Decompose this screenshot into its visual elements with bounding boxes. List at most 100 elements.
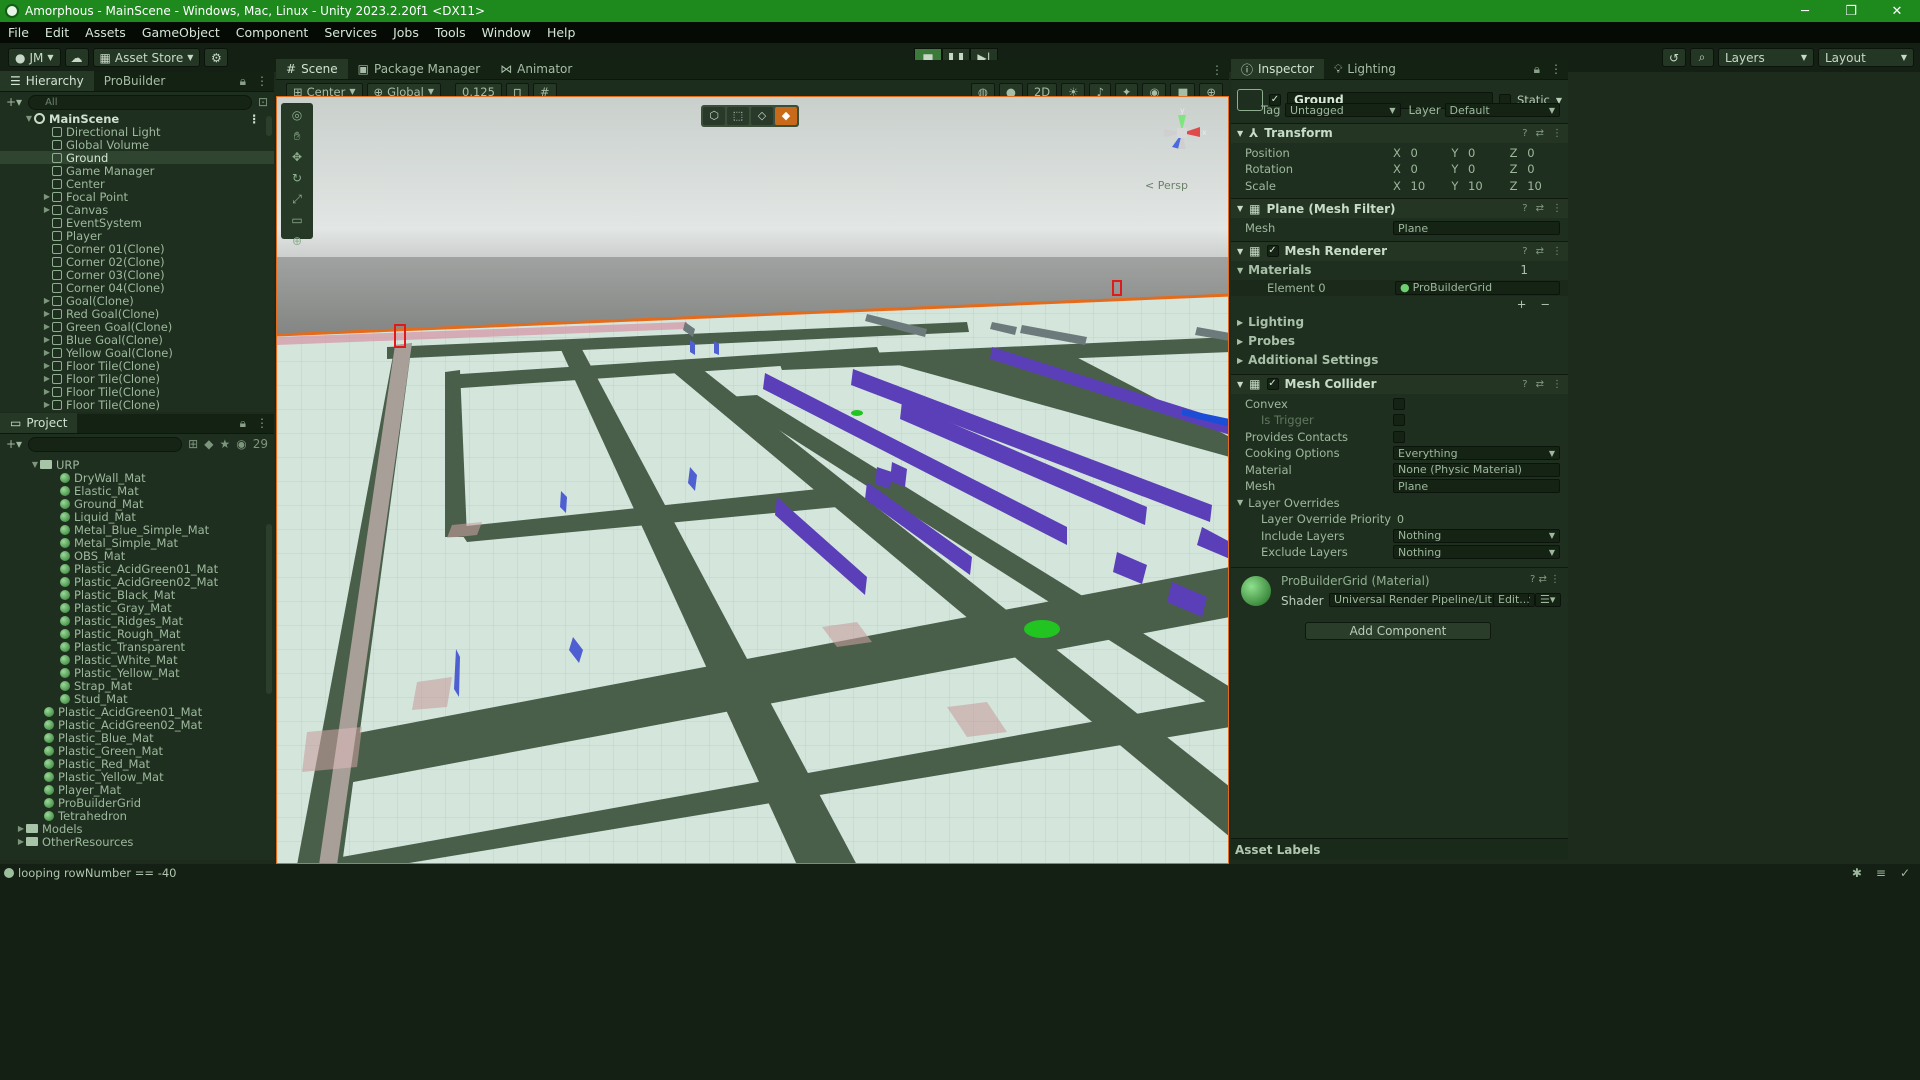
face-mode-icon[interactable]: ◆ xyxy=(775,107,797,125)
hierarchy-item[interactable]: ▶ Floor Tile(Clone) xyxy=(0,359,274,373)
maximize-button[interactable]: ❐ xyxy=(1828,0,1874,22)
asset-labels-header[interactable]: Asset Labels xyxy=(1231,838,1568,860)
lock-icon[interactable]: 🔒︎ xyxy=(1534,62,1540,77)
hierarchy-item[interactable]: ▶ Blue Goal(Clone) xyxy=(0,333,274,347)
menu-help[interactable]: Help xyxy=(539,25,584,40)
layers-icon[interactable]: ≡ xyxy=(1876,866,1886,880)
rect-tool-icon[interactable]: ▭ xyxy=(286,212,308,229)
kebab-menu-icon[interactable]: ⋮ xyxy=(1211,63,1223,77)
asset-item[interactable]: DryWall_Mat xyxy=(0,471,274,485)
asset-item[interactable]: Ground_Mat xyxy=(0,497,274,511)
folder-row-urp[interactable]: ▼ URP xyxy=(0,458,274,472)
cloud-button[interactable]: ☁ xyxy=(64,48,89,67)
menu-file[interactable]: File xyxy=(0,25,37,40)
physic-material-field[interactable]: None (Physic Material) xyxy=(1393,462,1560,477)
add-icon[interactable]: +▾ xyxy=(6,437,22,451)
vertex-mode-icon[interactable]: ⬚ xyxy=(727,107,749,125)
asset-item[interactable]: ProBuilderGrid xyxy=(0,796,274,810)
transform-header[interactable]: ▼ ⅄ Transform ? ⇄ ⋮ xyxy=(1231,122,1568,143)
tab-lighting[interactable]: 💡︎ Lighting xyxy=(1324,59,1406,79)
asset-item[interactable]: Metal_Simple_Mat xyxy=(0,536,274,550)
asset-store-button[interactable]: ▦ Asset Store ▼ xyxy=(92,48,201,67)
asset-item[interactable]: Plastic_AcidGreen01_Mat xyxy=(0,562,274,576)
hierarchy-item[interactable]: Global Volume xyxy=(0,138,274,152)
lock-icon[interactable]: 🔒︎ xyxy=(240,74,246,89)
rotation-z[interactable]: Z 0 xyxy=(1510,162,1568,176)
layers-dropdown[interactable]: Layers ▼ xyxy=(1718,48,1814,67)
search-button[interactable]: ⌕ xyxy=(1690,48,1714,67)
asset-item[interactable]: Plastic_Black_Mat xyxy=(0,588,274,602)
edge-mode-icon[interactable]: ◇ xyxy=(751,107,773,125)
expand-arrow-icon[interactable]: ▶ xyxy=(42,400,52,409)
account-dropdown[interactable]: ● JM ▼ xyxy=(8,48,61,67)
expand-arrow-icon[interactable]: ▶ xyxy=(16,837,26,846)
asset-item[interactable]: Plastic_Yellow_Mat xyxy=(0,770,274,784)
hierarchy-item[interactable]: Player xyxy=(0,229,274,243)
asset-item[interactable]: Plastic_AcidGreen02_Mat xyxy=(0,575,274,589)
scale-z[interactable]: Z 10 xyxy=(1510,179,1568,193)
asset-item[interactable]: Metal_Blue_Simple_Mat xyxy=(0,523,274,537)
expand-arrow-icon[interactable]: ▶ xyxy=(42,348,52,357)
hierarchy-item[interactable]: Game Manager xyxy=(0,164,274,178)
tab-project[interactable]: ▭ Project xyxy=(0,413,78,433)
orientation-gizmo[interactable]: y x xyxy=(1152,103,1212,163)
expand-arrow-icon[interactable]: ▶ xyxy=(42,361,52,370)
expand-arrow-icon[interactable]: ▼ xyxy=(30,460,40,469)
collab-button[interactable]: ⚙ xyxy=(204,48,229,67)
expand-arrow-icon[interactable]: ▶ xyxy=(42,192,52,201)
hierarchy-item[interactable]: Corner 04(Clone) xyxy=(0,281,274,295)
kebab-menu-icon[interactable]: ⋮ xyxy=(256,74,268,89)
mesh-collider-enabled-checkbox[interactable]: ✓ xyxy=(1266,378,1279,390)
hierarchy-item[interactable]: ▶ Green Goal(Clone) xyxy=(0,320,274,334)
expand-arrow-icon[interactable]: ▶ xyxy=(42,309,52,318)
menu-assets[interactable]: Assets xyxy=(77,25,134,40)
tab-package-manager[interactable]: ▣ Package Manager xyxy=(348,59,491,79)
view-tool-icon[interactable]: ◎ xyxy=(286,107,308,124)
asset-item[interactable]: OBS_Mat xyxy=(0,549,274,563)
override-priority-field[interactable]: 0 xyxy=(1393,512,1560,526)
shader-menu-button[interactable]: ☰▾ xyxy=(1535,592,1561,607)
hierarchy-item[interactable]: ▶ Focal Point xyxy=(0,190,274,204)
kebab-menu-icon[interactable]: ⋮ xyxy=(1550,62,1562,77)
probes-foldout[interactable]: ▶ Probes xyxy=(1231,332,1568,351)
shader-edit-button[interactable]: Edit... xyxy=(1493,592,1530,607)
layer-dropdown[interactable]: Default ▼ xyxy=(1444,103,1560,118)
scene-viewport[interactable]: ◎ ✋︎ ✥ ↻ ⤢ ▭ ⊕ ⬡ ⬚ ◇ ◆ y x < Persp xyxy=(276,96,1229,864)
check-icon[interactable]: ✓ xyxy=(1900,866,1910,880)
transform-tool-icon[interactable]: ⊕ xyxy=(286,233,308,250)
asset-item[interactable]: Plastic_Transparent xyxy=(0,640,274,654)
menu-window[interactable]: Window xyxy=(474,25,539,40)
asset-item[interactable]: Plastic_Rough_Mat xyxy=(0,627,274,641)
hierarchy-item[interactable]: ▶ Floor Tile(Clone) xyxy=(0,385,274,399)
move-tool-icon[interactable]: ✥ xyxy=(286,149,308,166)
tab-inspector[interactable]: ⓘ Inspector xyxy=(1231,59,1324,79)
help-icon[interactable]: ? xyxy=(1522,203,1527,214)
materials-count[interactable]: 1 xyxy=(1520,263,1528,277)
rotate-tool-icon[interactable]: ↻ xyxy=(286,170,308,187)
help-icon[interactable]: ? xyxy=(1522,379,1527,390)
projection-toggle[interactable]: < Persp xyxy=(1145,179,1188,192)
layout-dropdown[interactable]: Layout ▼ xyxy=(1818,48,1914,67)
hierarchy-search-input[interactable]: All xyxy=(28,94,252,110)
scale-x[interactable]: X 10 xyxy=(1393,179,1451,193)
hierarchy-item[interactable]: ▶ Floor Tile(Clone) xyxy=(0,398,274,412)
mesh-filter-header[interactable]: ▼ ▦ Plane (Mesh Filter) ? ⇄ ⋮ xyxy=(1231,198,1568,218)
add-element-icon[interactable]: + xyxy=(1517,297,1527,311)
asset-item[interactable]: Plastic_AcidGreen01_Mat xyxy=(0,705,274,719)
kebab-menu-icon[interactable]: ⋮ xyxy=(1552,203,1562,214)
tab-probuilder[interactable]: ProBuilder xyxy=(94,71,175,91)
hierarchy-item[interactable]: EventSystem xyxy=(0,216,274,230)
asset-item[interactable]: Plastic_White_Mat xyxy=(0,653,274,667)
tab-animator[interactable]: ⋈ Animator xyxy=(490,59,582,79)
scale-tool-icon[interactable]: ⤢ xyxy=(286,191,308,208)
tag-dropdown[interactable]: Untagged ▼ xyxy=(1285,103,1401,118)
menu-edit[interactable]: Edit xyxy=(37,25,77,40)
kebab-menu-icon[interactable]: ⋮ xyxy=(1552,379,1562,390)
hand-tool-icon[interactable]: ✋︎ xyxy=(286,128,308,145)
hierarchy-item[interactable]: Ground xyxy=(0,151,274,165)
expand-arrow-icon[interactable]: ▼ xyxy=(24,114,34,123)
foldout-arrow-icon[interactable]: ▼ xyxy=(1237,247,1243,256)
rotation-y[interactable]: Y 0 xyxy=(1451,162,1509,176)
filter-label-icon[interactable]: ◆ xyxy=(204,437,213,451)
foldout-arrow-icon[interactable]: ▼ xyxy=(1237,204,1243,213)
